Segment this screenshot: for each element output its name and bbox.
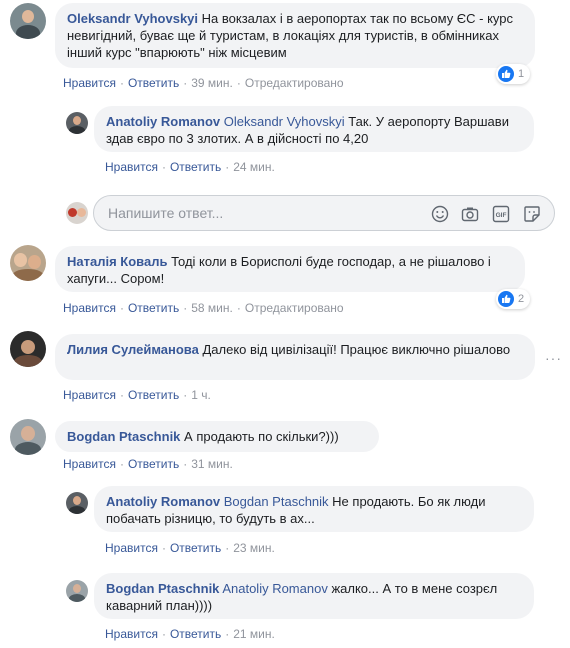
like-button[interactable]: Нравится bbox=[105, 541, 158, 555]
avatar[interactable] bbox=[10, 3, 46, 39]
reply-input[interactable] bbox=[106, 204, 410, 222]
comment-author[interactable]: Bogdan Ptaschnik bbox=[106, 581, 219, 596]
reply-bubble: Anatoliy Romanov Bogdan Ptaschnik Не про… bbox=[94, 486, 534, 532]
comment-actions: Нравится · Ответить · 1 ч. bbox=[63, 388, 211, 402]
like-icon bbox=[498, 291, 514, 307]
comment-author[interactable]: Наталія Коваль bbox=[67, 254, 167, 269]
reply-button[interactable]: Ответить bbox=[170, 627, 221, 641]
reply-bubble: Bogdan Ptaschnik Anatoliy Romanov жалко.… bbox=[94, 573, 534, 619]
mention-link[interactable]: Bogdan Ptaschnik bbox=[224, 494, 329, 509]
more-icon[interactable]: ··· bbox=[545, 350, 562, 366]
like-button[interactable]: Нравится bbox=[63, 457, 116, 471]
avatar[interactable] bbox=[10, 331, 46, 367]
mention-link[interactable]: Anatoliy Romanov bbox=[222, 581, 328, 596]
comment-actions: Нравится · Ответить · 39 мин. · Отредактирован… bbox=[63, 76, 344, 90]
comment-actions: Нравится · Ответить · 23 мин. bbox=[105, 541, 275, 555]
timestamp[interactable]: 31 мин. bbox=[191, 457, 233, 471]
comment-actions: Нравится · Ответить · 24 мин. bbox=[105, 160, 275, 174]
comment-actions: Нравится · Ответить · 58 мин. · Отредактирован… bbox=[63, 301, 344, 315]
like-icon bbox=[498, 66, 514, 82]
reaction-count[interactable]: 1 bbox=[496, 64, 531, 84]
timestamp[interactable]: 24 мин. bbox=[233, 160, 275, 174]
like-button[interactable]: Нравится bbox=[105, 160, 158, 174]
comment-text: Далеко від цивілізації! Працює виключно … bbox=[202, 342, 511, 357]
avatar[interactable] bbox=[66, 580, 88, 602]
like-button[interactable]: Нравится bbox=[63, 388, 116, 402]
reply-button[interactable]: Ответить bbox=[170, 541, 221, 555]
comment-bubble: Лилия Сулейманова Далеко від цивілізації… bbox=[55, 334, 535, 380]
like-button[interactable]: Нравится bbox=[63, 301, 116, 315]
smile-icon[interactable] bbox=[430, 204, 450, 224]
camera-icon[interactable] bbox=[460, 204, 480, 224]
reply-button[interactable]: Ответить bbox=[170, 160, 221, 174]
comment-author[interactable]: Anatoliy Romanov bbox=[106, 114, 220, 129]
comment-author[interactable]: Oleksandr Vyhovskyi bbox=[67, 11, 198, 26]
reaction-number: 1 bbox=[518, 68, 525, 80]
timestamp[interactable]: 58 мин. bbox=[191, 301, 233, 315]
timestamp[interactable]: 39 мин. bbox=[191, 76, 233, 90]
avatar[interactable] bbox=[66, 112, 88, 134]
timestamp[interactable]: 23 мин. bbox=[233, 541, 275, 555]
reply-button[interactable]: Ответить bbox=[128, 76, 179, 90]
sticker-icon[interactable] bbox=[522, 204, 542, 224]
avatar[interactable] bbox=[66, 492, 88, 514]
reaction-count[interactable]: 2 bbox=[496, 289, 531, 309]
comment-bubble: Bogdan Ptaschnik А продають по скільки?)… bbox=[55, 421, 379, 452]
mention-link[interactable]: Oleksandr Vyhovskyi bbox=[224, 114, 345, 129]
svg-text:GIF: GIF bbox=[496, 212, 507, 219]
edited-label[interactable]: Отредактировано bbox=[245, 76, 344, 90]
gif-icon[interactable]: GIF bbox=[491, 204, 511, 224]
comment-bubble: Наталія Коваль Тоді коли в Борисполі буд… bbox=[55, 246, 525, 292]
like-button[interactable]: Нравится bbox=[63, 76, 116, 90]
reply-button[interactable]: Ответить bbox=[128, 388, 179, 402]
timestamp[interactable]: 1 ч. bbox=[191, 388, 211, 402]
timestamp[interactable]: 21 мин. bbox=[233, 627, 275, 641]
avatar[interactable] bbox=[10, 419, 46, 455]
comment-actions: Нравится · Ответить · 31 мин. bbox=[63, 457, 233, 471]
reply-bubble: Anatoliy Romanov Oleksandr Vyhovskyi Так… bbox=[94, 106, 534, 152]
reply-button[interactable]: Ответить bbox=[128, 457, 179, 471]
current-user-avatar bbox=[66, 202, 88, 224]
comment-author[interactable]: Anatoliy Romanov bbox=[106, 494, 220, 509]
edited-label[interactable]: Отредактировано bbox=[245, 301, 344, 315]
avatar[interactable] bbox=[10, 245, 46, 281]
reaction-number: 2 bbox=[518, 293, 525, 305]
comment-author[interactable]: Лилия Сулейманова bbox=[67, 342, 199, 357]
reply-button[interactable]: Ответить bbox=[128, 301, 179, 315]
like-button[interactable]: Нравится bbox=[105, 627, 158, 641]
comment-bubble: Oleksandr Vyhovskyi На вокзалах і в аеро… bbox=[55, 3, 535, 68]
comment-actions: Нравится · Ответить · 21 мин. bbox=[105, 627, 275, 641]
comment-text: А продають по скільки?))) bbox=[184, 429, 339, 444]
comment-author[interactable]: Bogdan Ptaschnik bbox=[67, 429, 180, 444]
reply-input-box[interactable]: GIF bbox=[93, 195, 555, 231]
